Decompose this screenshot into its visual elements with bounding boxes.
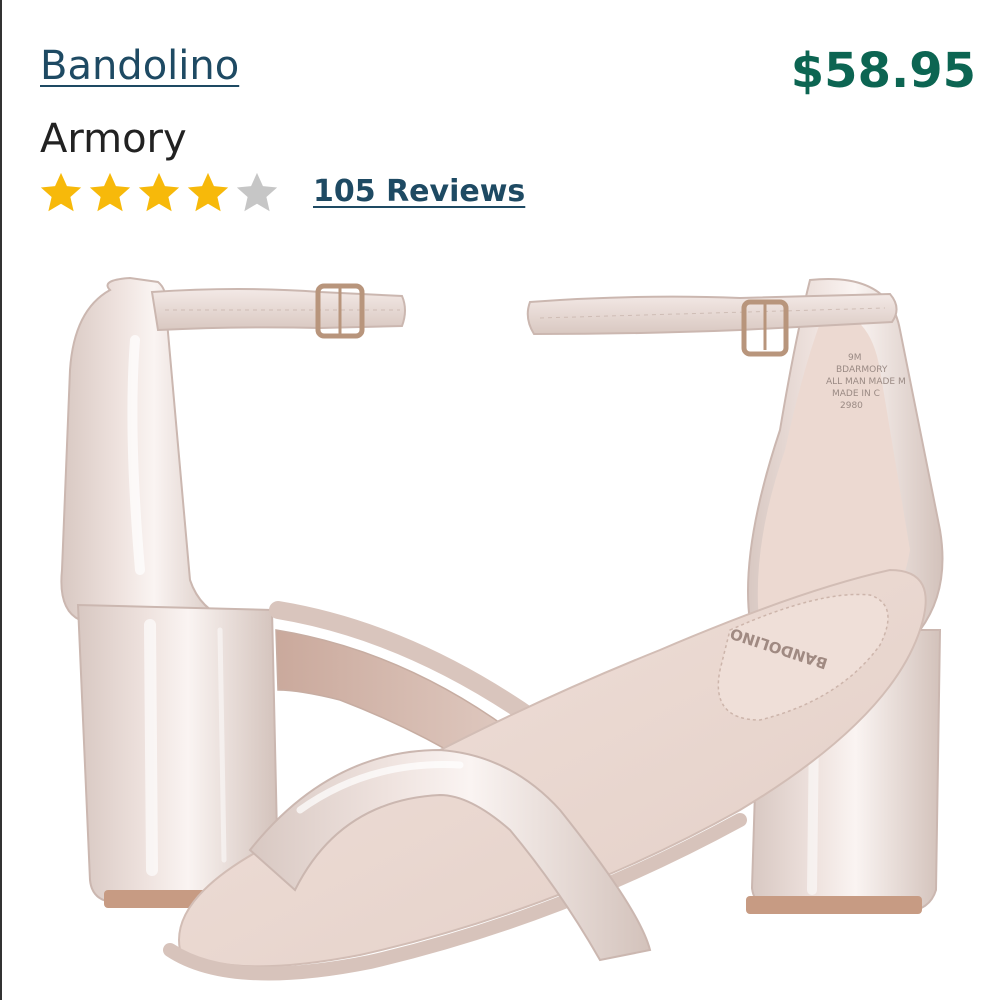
star-icon (40, 172, 82, 212)
label-material: ALL MAN MADE M (826, 377, 906, 387)
star-rating (38, 168, 283, 218)
label-size: 9M (848, 353, 862, 363)
product-listing-card: Bandolino $58.95 Armory 105 Reviews 9M B… (0, 0, 1000, 1000)
product-price: $58.95 (790, 43, 976, 99)
label-code: 2980 (840, 401, 863, 411)
product-name: Armory (40, 116, 187, 162)
label-style: BDARMORY (836, 365, 888, 375)
star-icon (89, 172, 131, 212)
star-icon (187, 172, 229, 212)
star-icon (236, 172, 278, 212)
left-border (0, 0, 2, 1000)
product-image[interactable]: 9M BDARMORY ALL MAN MADE M MADE IN C 298… (40, 250, 980, 990)
label-origin: MADE IN C (832, 389, 880, 399)
right-sandal: 9M BDARMORY ALL MAN MADE M MADE IN C 298… (163, 278, 944, 981)
reviews-link[interactable]: 105 Reviews (313, 172, 525, 212)
brand-link[interactable]: Bandolino (40, 42, 239, 90)
star-icon (138, 172, 180, 212)
